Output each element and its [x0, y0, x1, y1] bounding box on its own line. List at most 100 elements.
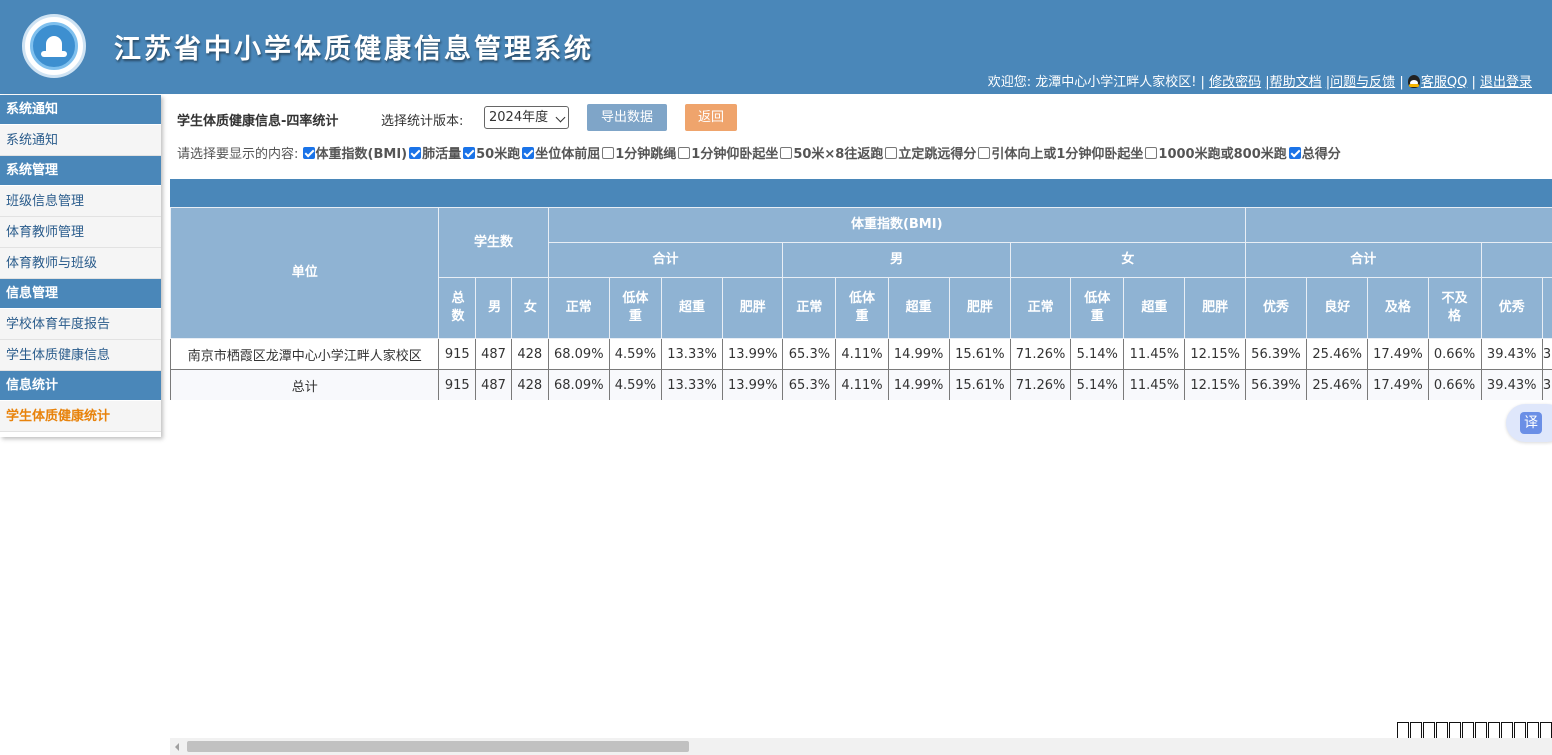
translate-icon: 译 [1520, 412, 1542, 434]
logout-link[interactable]: 退出登录 [1480, 75, 1532, 90]
options-label: 请选择要显示的内容: [177, 147, 299, 162]
header-unit: 单位 [170, 207, 440, 339]
table-cell: 65.3% [782, 338, 837, 370]
table-row: 总计 915 487 428 68.09% 4.59% 13.33% 13.99% 65.3% 4… [170, 369, 1552, 400]
option-label: 总得分 [1301, 147, 1341, 162]
horizontal-scrollbar[interactable] [170, 738, 1552, 755]
option-item[interactable]: 1分钟跳绳 [602, 143, 676, 162]
option-checkbox[interactable] [978, 147, 991, 159]
separator: | [1399, 75, 1404, 90]
option-label: 1分钟仰卧起坐 [691, 147, 779, 162]
sidebar-group-system[interactable]: 系统管理 [0, 156, 161, 186]
option-label: 1分钟跳绳 [615, 147, 677, 162]
table-cell: 5.14% [1070, 338, 1125, 370]
table-cell: 915 [438, 369, 477, 400]
option-item[interactable]: 50米×8往返跑 [780, 143, 883, 162]
subheader-bmi: 正常 [782, 277, 837, 339]
option-label: 体重指数(BMI) [315, 147, 408, 162]
table-cell: 39.43% [1480, 338, 1543, 370]
option-item[interactable]: 体重指数(BMI) [302, 143, 408, 162]
header-lung-total: 合计 [1244, 242, 1482, 278]
table-cell: 71.26% [1009, 369, 1072, 400]
table-cell: 17.49% [1367, 338, 1429, 370]
cell-unit: 总计 [170, 369, 440, 400]
feedback-link[interactable]: |问题与反馈 [1326, 75, 1395, 90]
option-item[interactable]: 1000米跑或800米跑 [1145, 143, 1287, 162]
table-cell: 14.99% [887, 338, 950, 370]
sidebar-item-pe-teacher[interactable]: 体育教师管理 [0, 217, 161, 248]
separator: | [1471, 75, 1476, 90]
table-cell: 39.43% [1480, 369, 1543, 400]
table-cell: 65.3% [782, 369, 837, 400]
sidebar-item-health-stats[interactable]: 学生体质健康统计 [0, 401, 161, 432]
option-checkbox[interactable] [885, 147, 898, 159]
back-button[interactable]: 返回 [685, 104, 737, 131]
option-item[interactable]: 肺活量 [409, 143, 461, 162]
header-bmi: 体重指数(BMI) [547, 207, 1246, 243]
option-item[interactable]: 坐位体前屈 [522, 143, 600, 162]
option-checkbox[interactable] [1145, 147, 1158, 159]
header-bmi-total: 合计 [547, 242, 784, 278]
header-students: 学生数 [438, 207, 549, 278]
cell-unit: 南京市栖霞区龙潭中心小学江畔人家校区 [170, 338, 440, 370]
table-cell: 25.46% [1306, 369, 1369, 400]
subheader-bmi: 低体重 [608, 277, 662, 339]
option-item[interactable]: 总得分 [1288, 143, 1341, 162]
table-cell: 56.39% [1244, 338, 1308, 370]
scroll-left-icon[interactable] [175, 743, 179, 751]
sidebar-group-stats[interactable]: 信息统计 [0, 371, 161, 401]
subheader-lung: 良好 [1541, 277, 1552, 339]
table-cell: 4.11% [835, 338, 889, 370]
table-cell: 12.15% [1184, 338, 1246, 370]
subheader-students: 女 [510, 277, 549, 339]
header-bmi-male: 男 [782, 242, 1011, 278]
option-checkbox[interactable] [463, 147, 476, 159]
subheader-bmi: 超重 [1123, 277, 1186, 339]
option-item[interactable]: 1分钟仰卧起坐 [678, 143, 778, 162]
chevron-down-icon [555, 112, 566, 123]
export-button[interactable]: 导出数据 [587, 104, 667, 131]
sidebar-item-health-info[interactable]: 学生体质健康信息 [0, 340, 161, 371]
table-cell: 17.49% [1367, 369, 1429, 400]
option-checkbox[interactable] [602, 147, 615, 159]
table-cell: 0.66% [1427, 338, 1482, 370]
table-cell: 11.45% [1123, 369, 1186, 400]
option-label: 50米×8往返跑 [793, 147, 884, 162]
option-item[interactable]: 引体向上或1分钟仰卧起坐 [978, 143, 1143, 162]
subheader-lung: 不及格 [1427, 277, 1482, 339]
option-checkbox[interactable] [678, 147, 691, 159]
change-password-link[interactable]: 修改密码 [1209, 75, 1261, 90]
sidebar-item-class-info[interactable]: 班级信息管理 [0, 186, 161, 217]
header-lung: 肺 [1244, 207, 1552, 243]
option-checkbox[interactable] [302, 147, 315, 159]
table-cell: 15.61% [948, 369, 1011, 400]
subheader-bmi: 肥胖 [1184, 277, 1246, 339]
stats-table: 单位 学生数 体重指数(BMI) 肺 合计 男 女 合计 总数男女正常低体重超重… [170, 207, 1552, 400]
option-checkbox[interactable] [1288, 147, 1301, 159]
sidebar-item-teacher-class[interactable]: 体育教师与班级 [0, 248, 161, 279]
option-label: 肺活量 [422, 147, 462, 162]
sidebar-group-notice[interactable]: 系统通知 [0, 95, 161, 125]
translate-button[interactable]: 译 [1506, 404, 1552, 442]
sidebar-item-annual-report[interactable]: 学校体育年度报告 [0, 309, 161, 340]
option-checkbox[interactable] [522, 147, 535, 159]
subheader-bmi: 低体重 [1070, 277, 1125, 339]
scrollbar-thumb[interactable] [187, 741, 689, 752]
subheader-bmi: 超重 [887, 277, 950, 339]
option-item[interactable]: 立定跳远得分 [885, 143, 976, 162]
option-checkbox[interactable] [409, 147, 422, 159]
table-cell: 13.33% [660, 338, 724, 370]
option-checkbox[interactable] [780, 147, 793, 159]
sidebar-item-notice[interactable]: 系统通知 [0, 125, 161, 156]
help-docs-link[interactable]: |帮助文档 [1265, 75, 1321, 90]
version-select[interactable]: 2024年度 [484, 106, 569, 129]
table-cell: 33.47 [1541, 338, 1552, 370]
sidebar-group-info[interactable]: 信息管理 [0, 279, 161, 309]
subheader-bmi: 肥胖 [722, 277, 784, 339]
option-item[interactable]: 50米跑 [463, 143, 520, 162]
table-cell: 5.14% [1070, 369, 1125, 400]
option-label: 引体向上或1分钟仰卧起坐 [991, 147, 1144, 162]
table-cell: 915 [438, 338, 477, 370]
user-bar: 欢迎您: 龙潭中心小学江畔人家校区! | 修改密码 |帮助文档 |问题与反馈 |… [988, 71, 1532, 90]
support-qq-link[interactable]: 客服QQ [1421, 75, 1467, 90]
